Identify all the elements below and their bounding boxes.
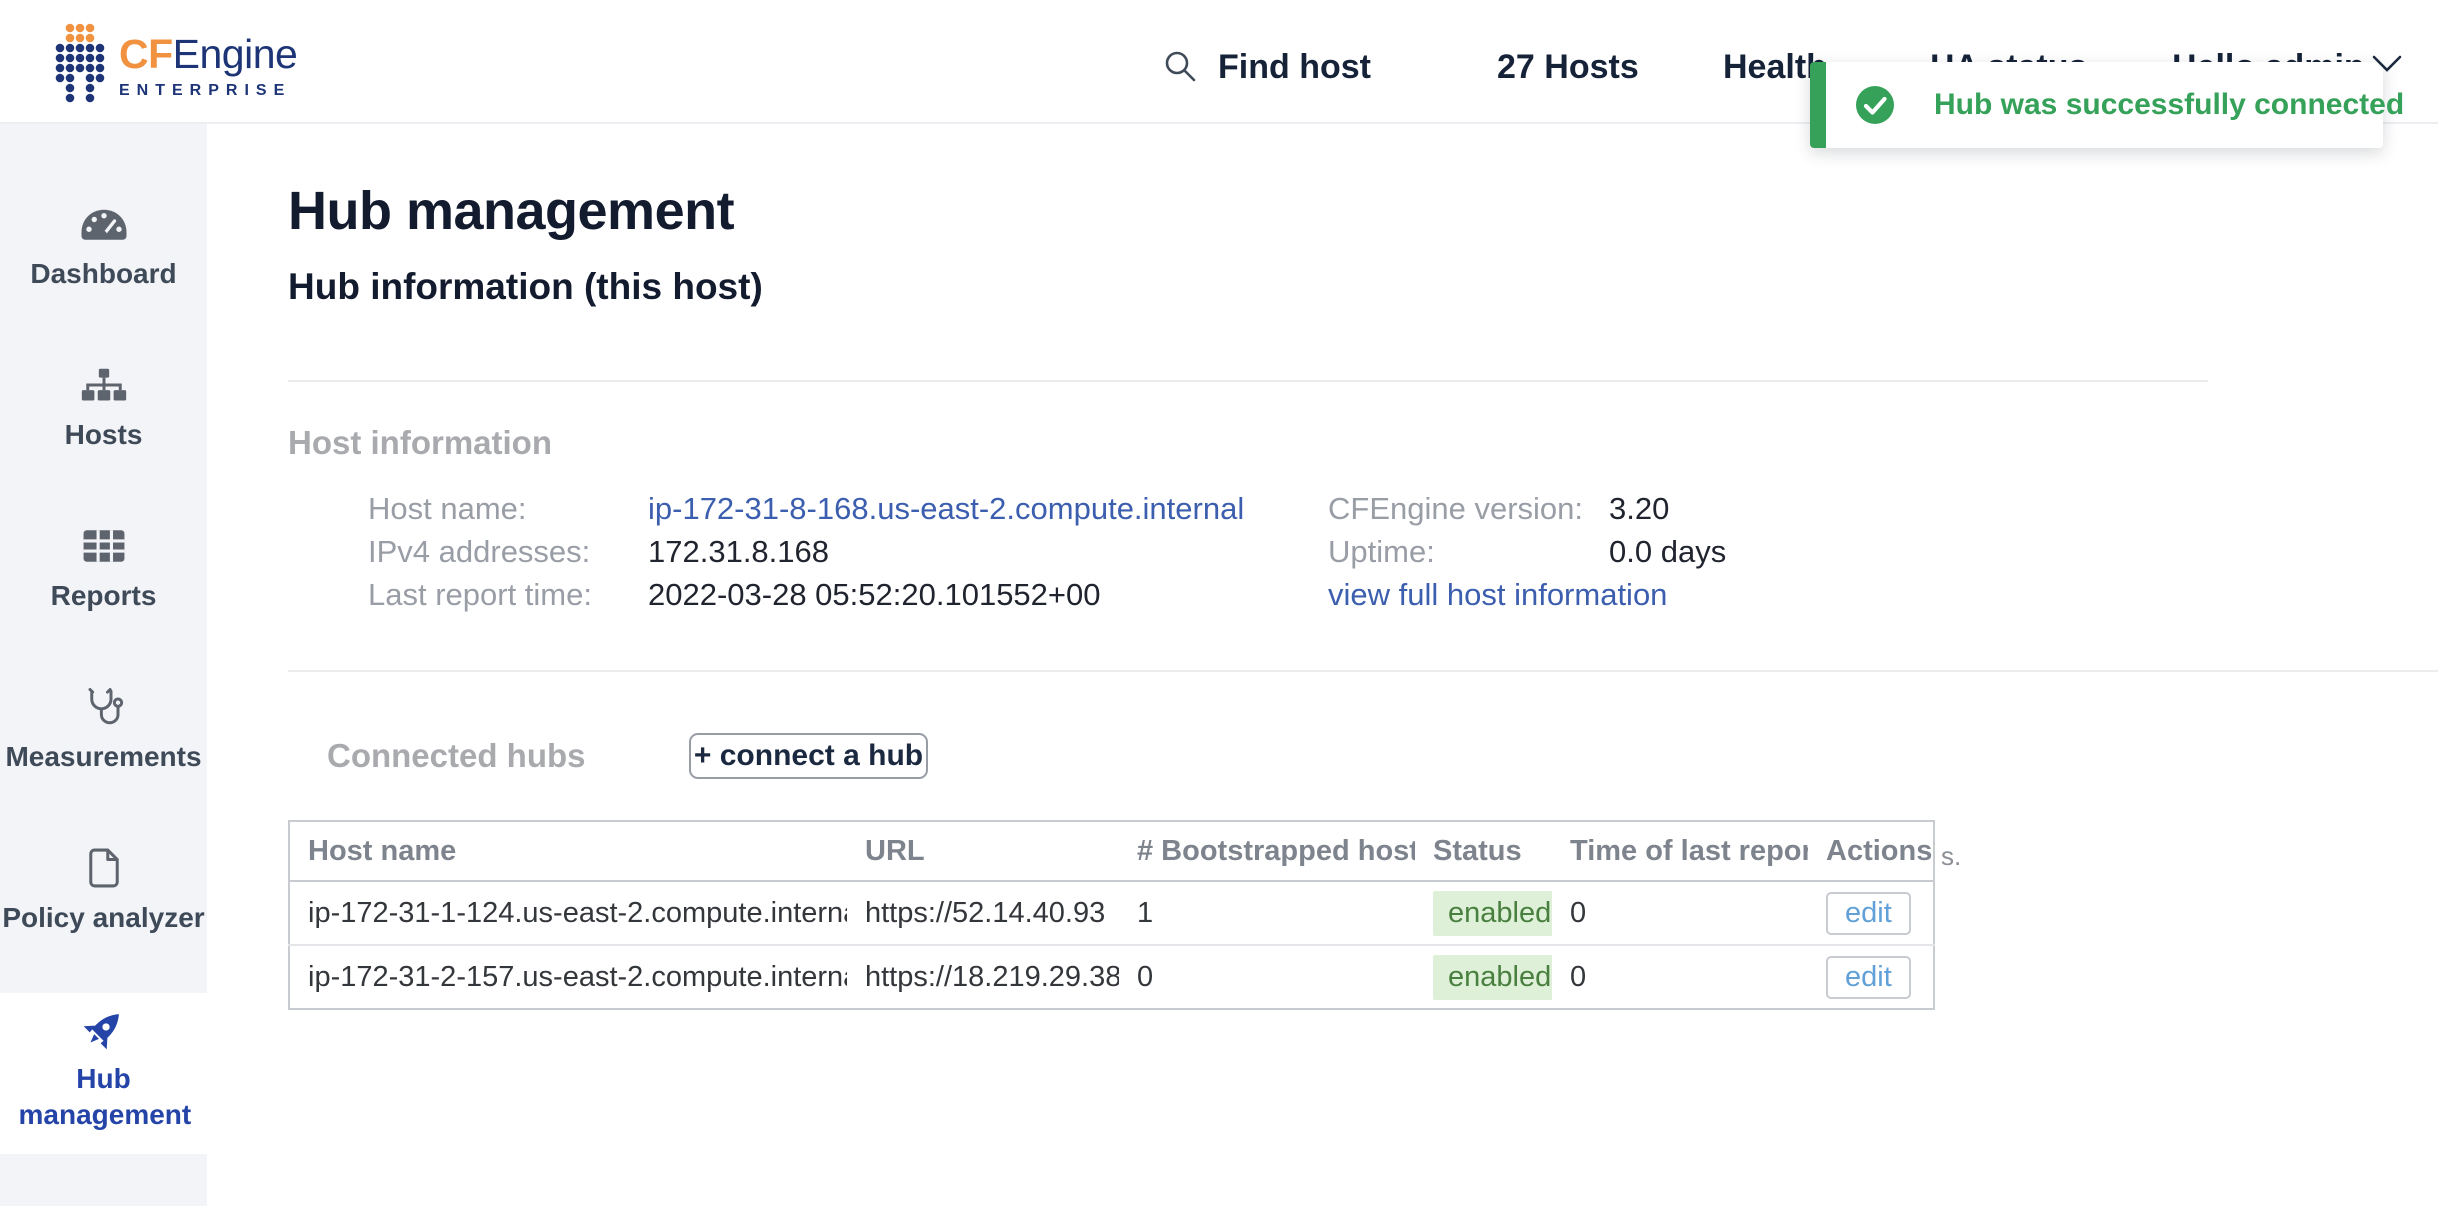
col-actions: Actions [1808,821,1934,881]
check-circle-icon [1855,85,1895,125]
uptime-label: Uptime: [1328,530,1609,573]
status-badge: enabled [1433,891,1552,936]
stethoscope-icon [81,685,127,729]
cell-host-name: ip-172-31-1-124.us-east-2.compute.intern… [289,881,847,945]
cfengine-logo-mark-icon [55,22,105,109]
divider [288,670,2438,672]
page-title: Hub management [288,180,734,242]
cell-url: https://52.14.40.93 [847,881,1119,945]
edit-button[interactable]: edit [1826,892,1911,935]
sidebar-item-label: Reports [51,578,157,614]
find-host-button[interactable]: Find host [1218,48,1371,87]
cfengine-logo[interactable]: CFEngine ENTERPRISE [55,22,297,109]
host-info-right-column: CFEngine version: 3.20 Uptime: 0.0 days … [1328,487,1726,616]
full-host-info-link[interactable]: view full host information [1328,573,1667,616]
ipv4-label: IPv4 addresses: [368,530,648,573]
logo-wordmark: CFEngine ENTERPRISE [119,32,297,100]
cell-last-report: 0 [1552,945,1808,1009]
main-content: Hub management Hub information (this hos… [207,124,2438,1206]
sidebar-item-label: Hub management [19,1061,189,1133]
search-icon[interactable] [1163,49,1197,88]
sitemap-icon [80,363,128,407]
connected-hubs-table: Host name URL # Bootstrapped hosts Statu… [288,820,1935,1010]
sidebar-item-label: Measurements [5,739,201,775]
stray-text: s. [1941,841,1961,872]
host-name-link[interactable]: ip-172-31-8-168.us-east-2.compute.intern… [648,487,1244,530]
col-bootstrapped: # Bootstrapped hosts [1119,821,1415,881]
sidebar-item-measurements[interactable]: Measurements [0,671,207,832]
ipv4-value: 172.31.8.168 [648,530,829,573]
logo-cf: CF [119,31,173,77]
cell-url: https://18.219.29.38 [847,945,1119,1009]
uptime-value: 0.0 days [1609,530,1726,573]
sidebar-item-label: Policy analyzer [2,900,204,936]
logo-enterprise: ENTERPRISE [119,82,297,100]
sidebar-item-reports[interactable]: Reports [0,510,207,671]
sidebar: Dashboard Hosts Reports [0,124,207,1206]
table-icon [82,524,126,568]
sidebar-item-hub-management[interactable]: Hub management [0,993,207,1154]
last-report-label: Last report time: [368,573,648,616]
cell-bootstrapped: 1 [1119,881,1415,945]
sidebar-item-label: Dashboard [30,256,176,292]
rocket-icon [81,1007,127,1051]
host-name-label: Host name: [368,487,648,530]
host-info-left-column: Host name: ip-172-31-8-168.us-east-2.com… [368,487,1244,616]
sidebar-item-hosts[interactable]: Hosts [0,349,207,510]
version-value: 3.20 [1609,487,1669,530]
version-label: CFEngine version: [1328,487,1609,530]
sidebar-item-label: Hosts [65,417,143,453]
divider [288,380,2208,382]
host-information-heading: Host information [288,424,552,462]
toast-message: Hub was successfully connected [1934,88,2404,122]
page-subtitle: Hub information (this host) [288,266,763,308]
document-icon [87,846,121,890]
col-url: URL [847,821,1119,881]
table-header-row: Host name URL # Bootstrapped hosts Statu… [289,821,1934,881]
hosts-count-link[interactable]: 27 Hosts [1497,48,1639,87]
col-status: Status [1415,821,1552,881]
cell-host-name: ip-172-31-2-157.us-east-2.compute.intern… [289,945,847,1009]
connected-hubs-heading: Connected hubs [327,737,586,775]
table-row: ip-172-31-1-124.us-east-2.compute.intern… [289,881,1934,945]
col-last-report: Time of last report [1552,821,1808,881]
cell-bootstrapped: 0 [1119,945,1415,1009]
last-report-value: 2022-03-28 05:52:20.101552+00 [648,573,1101,616]
logo-engine: Engine [173,31,298,77]
table-row: ip-172-31-2-157.us-east-2.compute.intern… [289,945,1934,1009]
sidebar-item-policy-analyzer[interactable]: Policy analyzer [0,832,207,993]
cell-last-report: 0 [1552,881,1808,945]
status-badge: enabled [1433,955,1552,1000]
success-toast[interactable]: Hub was successfully connected [1810,62,2383,148]
col-host-name: Host name [289,821,847,881]
sidebar-item-dashboard[interactable]: Dashboard [0,188,207,349]
gauge-icon [80,202,128,246]
chevron-down-icon[interactable] [2372,54,2402,79]
connect-hub-button[interactable]: + connect a hub [689,733,928,779]
edit-button[interactable]: edit [1826,956,1911,999]
